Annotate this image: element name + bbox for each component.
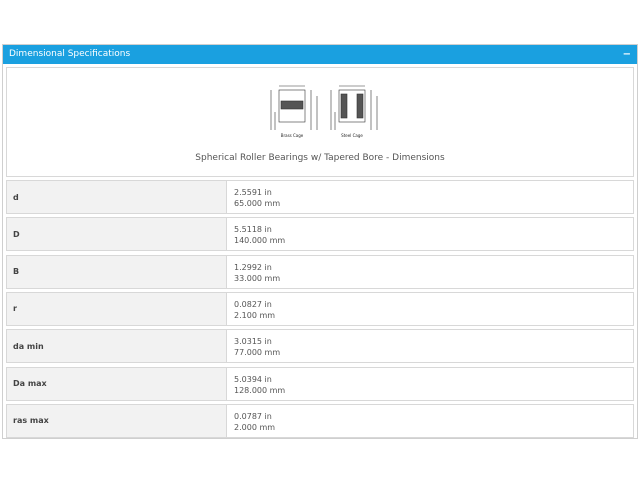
spec-label: d: [7, 181, 227, 213]
spec-value-mm: 33.000 mm: [234, 273, 281, 283]
spec-label: D: [7, 218, 227, 251]
spec-value: 2.5591 in 65.000 mm: [234, 187, 280, 209]
spec-value: 0.0787 in 2.000 mm: [234, 411, 275, 433]
spec-value: 5.0394 in 128.000 mm: [234, 374, 285, 396]
spec-value-inch: 0.0787 in: [234, 411, 272, 421]
spec-label: Da max: [7, 367, 227, 400]
spec-row: B 1.2992 in 33.000 mm: [6, 254, 634, 289]
spec-row: D 5.5118 in 140.000 mm: [6, 217, 634, 252]
spec-value-mm: 140.000 mm: [234, 236, 286, 246]
spec-value-inch: 2.5591 in: [234, 188, 272, 197]
spec-value-mm: 128.000 mm: [234, 385, 286, 395]
spec-label: B: [7, 255, 227, 288]
diagram-caption: Spherical Roller Bearings w/ Tapered Bor…: [195, 153, 445, 163]
spec-value-mm: 65.000 mm: [234, 199, 281, 208]
spec-value: 5.5118 in 140.000 mm: [234, 224, 285, 246]
spec-row: da min 3.0315 in 77.000 mm: [6, 329, 634, 364]
collapse-icon[interactable]: −: [623, 45, 631, 64]
spec-value: 1.2992 in 33.000 mm: [234, 262, 280, 284]
spec-row: Da max 5.0394 in 128.000 mm: [6, 366, 634, 401]
dimensional-specifications-panel: Dimensional Specifications − Brass Cage …: [2, 44, 638, 439]
spec-label: ras max: [7, 404, 227, 437]
spec-value-mm: 2.100 mm: [234, 310, 276, 320]
spec-value: 0.0827 in 2.100 mm: [234, 299, 275, 321]
spec-value-mm: 2.000 mm: [234, 422, 276, 432]
spec-value-inch: 5.0394 in: [234, 374, 272, 384]
spec-value-inch: 1.2992 in: [234, 262, 272, 272]
panel-header[interactable]: Dimensional Specifications −: [3, 45, 637, 64]
spec-value-inch: 3.0315 in: [234, 337, 272, 347]
spec-row: d 2.5591 in 65.000 mm: [6, 180, 634, 214]
spec-value: 3.0315 in 77.000 mm: [234, 336, 280, 358]
spec-row: r 0.0827 in 2.100 mm: [6, 291, 634, 326]
spec-value-mm: 77.000 mm: [234, 348, 281, 358]
steel-cage-label: Steel Cage: [341, 133, 363, 138]
spec-value-inch: 5.5118 in: [234, 225, 272, 235]
steel-cage-drawing: [330, 85, 378, 130]
panel-title: Dimensional Specifications: [9, 49, 131, 59]
spec-value-inch: 0.0827 in: [234, 299, 272, 309]
spec-label: r: [7, 292, 227, 325]
spec-row: ras max 0.0787 in 2.000 mm: [6, 403, 634, 438]
brass-cage-drawing: [270, 85, 318, 130]
bearing-diagram: Brass Cage Steel Cage: [270, 85, 378, 138]
spec-label: da min: [7, 330, 227, 363]
brass-cage-label: Brass Cage: [281, 133, 304, 138]
diagram-container: Brass Cage Steel Cage Spherical Roller B…: [6, 67, 634, 177]
